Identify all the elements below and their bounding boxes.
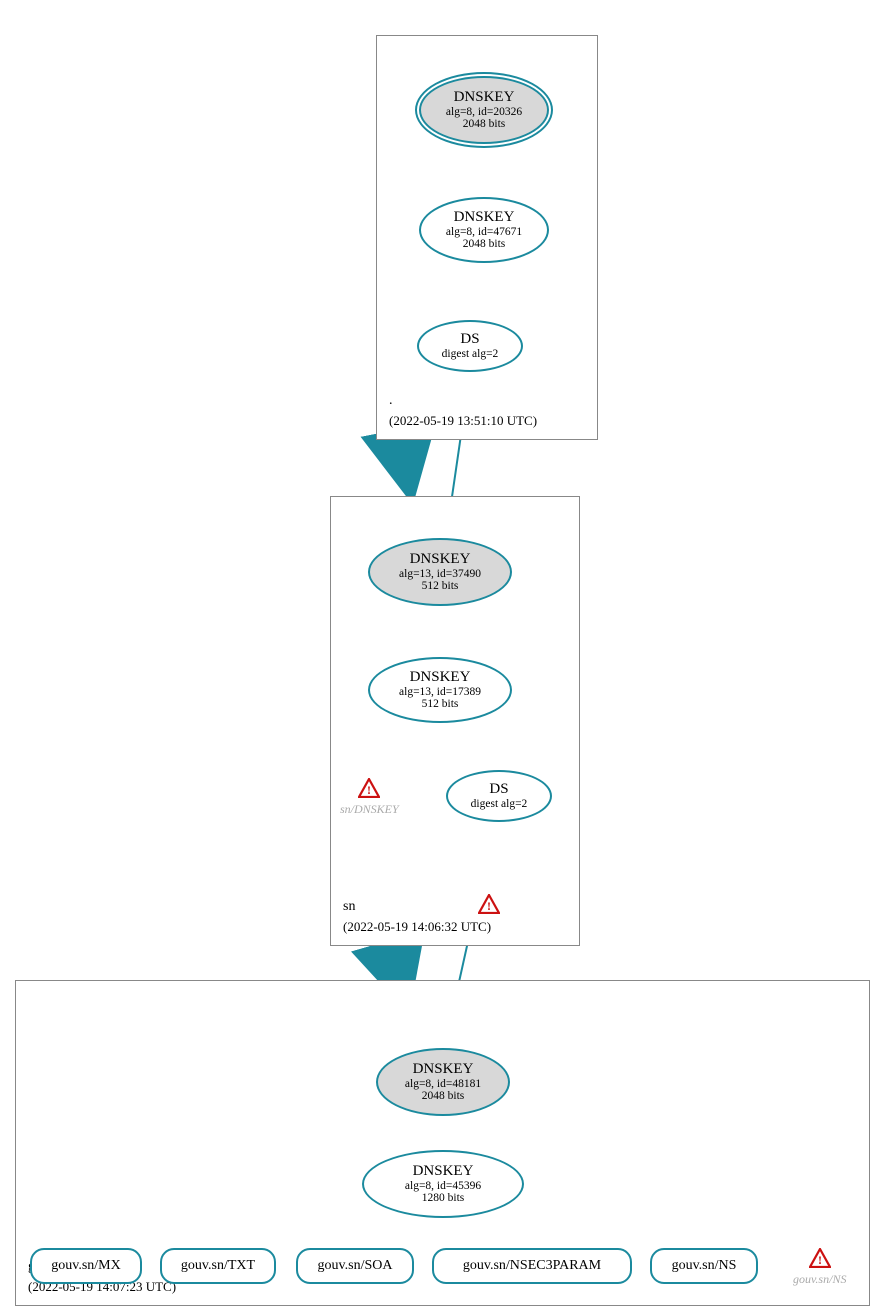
warning-icon: !	[358, 778, 380, 800]
rrset-mx: gouv.sn/MX	[30, 1248, 142, 1284]
root-ds: DS digest alg=2	[417, 320, 523, 372]
svg-text:!: !	[487, 899, 491, 913]
sn-ds-edge-warning: !	[478, 894, 500, 918]
svg-text:!: !	[818, 1253, 822, 1267]
node-alg: alg=8, id=47671	[446, 226, 522, 239]
root-dnskey-47671: DNSKEY alg=8, id=47671 2048 bits	[419, 197, 549, 263]
node-alg: alg=13, id=17389	[399, 686, 481, 699]
sn-ds: DS digest alg=2	[446, 770, 552, 822]
node-label: DNSKEY	[410, 669, 471, 686]
node-alg: digest alg=2	[471, 798, 528, 811]
node-label: DNSKEY	[410, 551, 471, 568]
rrset-nsec3param: gouv.sn/NSEC3PARAM	[432, 1248, 632, 1284]
node-alg: alg=13, id=37490	[399, 568, 481, 581]
node-bits: 2048 bits	[463, 118, 506, 131]
node-bits: 512 bits	[422, 698, 459, 711]
node-label: DS	[460, 331, 479, 348]
root-dnskey-20326: DNSKEY alg=8, id=20326 2048 bits	[419, 76, 549, 144]
node-label: DNSKEY	[454, 89, 515, 106]
rrset-ns: gouv.sn/NS	[650, 1248, 758, 1284]
node-alg: alg=8, id=48181	[405, 1078, 481, 1091]
node-bits: 512 bits	[422, 580, 459, 593]
node-label: DNSKEY	[413, 1061, 474, 1078]
node-bits: 2048 bits	[463, 238, 506, 251]
rrset-label: gouv.sn/MX	[51, 1258, 121, 1274]
zone-sn-timestamp: (2022-05-19 14:06:32 UTC)	[343, 919, 491, 935]
warning-icon: !	[478, 894, 500, 916]
rrset-label: gouv.sn/TXT	[181, 1258, 255, 1274]
node-alg: digest alg=2	[442, 348, 499, 361]
warning-icon: !	[809, 1248, 831, 1270]
rrset-label: gouv.sn/SOA	[318, 1258, 393, 1274]
zone-root-timestamp: (2022-05-19 13:51:10 UTC)	[389, 413, 537, 429]
node-label: DNSKEY	[454, 209, 515, 226]
sn-dnskey-warning: ! sn/DNSKEY	[340, 778, 399, 817]
node-bits: 1280 bits	[422, 1192, 465, 1205]
node-label: DS	[489, 781, 508, 798]
rrset-label: gouv.sn/NS	[672, 1258, 737, 1274]
zone-root-title: .	[389, 393, 393, 409]
rrset-soa: gouv.sn/SOA	[296, 1248, 414, 1284]
node-bits: 2048 bits	[422, 1090, 465, 1103]
warning-label: sn/DNSKEY	[340, 802, 399, 816]
rrset-txt: gouv.sn/TXT	[160, 1248, 276, 1284]
gouv-ns-warning: ! gouv.sn/NS	[793, 1248, 846, 1287]
node-alg: alg=8, id=20326	[446, 106, 522, 119]
node-alg: alg=8, id=45396	[405, 1180, 481, 1193]
warning-label: gouv.sn/NS	[793, 1272, 846, 1286]
sn-dnskey-17389: DNSKEY alg=13, id=17389 512 bits	[368, 657, 512, 723]
gouv-dnskey-45396: DNSKEY alg=8, id=45396 1280 bits	[362, 1150, 524, 1218]
svg-text:!: !	[367, 783, 371, 797]
rrset-label: gouv.sn/NSEC3PARAM	[463, 1258, 601, 1274]
sn-dnskey-37490: DNSKEY alg=13, id=37490 512 bits	[368, 538, 512, 606]
node-label: DNSKEY	[413, 1163, 474, 1180]
gouv-dnskey-48181: DNSKEY alg=8, id=48181 2048 bits	[376, 1048, 510, 1116]
zone-sn-title: sn	[343, 899, 355, 915]
